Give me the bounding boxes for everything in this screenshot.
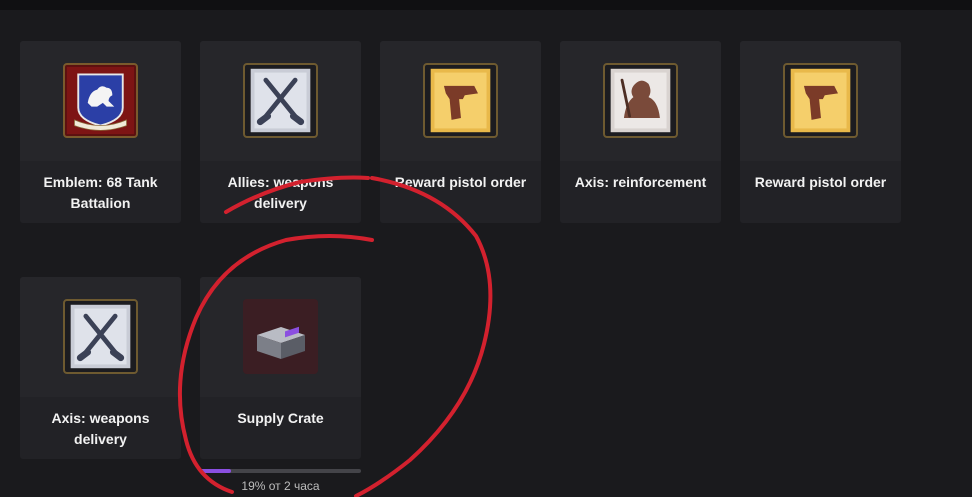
reward-card-axis-weapons-delivery[interactable]: Axis: weapons delivery bbox=[20, 277, 181, 459]
progress-text: 19% от 2 часа bbox=[241, 479, 320, 493]
card-image-area bbox=[740, 41, 901, 161]
card-image-area bbox=[20, 277, 181, 397]
card-image-area bbox=[20, 41, 181, 161]
tank-battalion-emblem-icon bbox=[63, 63, 138, 138]
reward-card-reward-pistol-order[interactable]: Reward pistol order bbox=[380, 41, 541, 223]
pistol-icon bbox=[423, 63, 498, 138]
reward-card-reward-pistol-order-2[interactable]: Reward pistol order bbox=[740, 41, 901, 223]
card-label: Emblem: 68 Tank Battalion bbox=[43, 174, 158, 211]
reward-card-axis-reinforcement[interactable]: Axis: reinforcement bbox=[560, 41, 721, 223]
card-image-area bbox=[560, 41, 721, 161]
reward-card-emblem-68-tank-battalion[interactable]: Emblem: 68 Tank Battalion bbox=[20, 41, 181, 223]
card-label: Reward pistol order bbox=[754, 174, 887, 190]
card-image-area bbox=[380, 41, 541, 161]
card-label: Axis: weapons delivery bbox=[51, 410, 150, 447]
crossed-rifles-icon bbox=[243, 63, 318, 138]
card-label: Reward pistol order bbox=[394, 174, 527, 190]
top-bar bbox=[0, 0, 972, 10]
card-label: Allies: weapons delivery bbox=[227, 174, 334, 211]
card-image-area bbox=[200, 41, 361, 161]
card-label: Axis: reinforcement bbox=[574, 174, 707, 190]
card-label: Supply Crate bbox=[237, 410, 324, 426]
crossed-rifles-icon bbox=[63, 299, 138, 374]
reward-card-allies-weapons-delivery[interactable]: Allies: weapons delivery bbox=[200, 41, 361, 223]
supply-crate-progress-bar bbox=[200, 469, 361, 473]
reward-card-supply-crate[interactable]: Supply Crate bbox=[200, 277, 361, 459]
progress-fill bbox=[200, 469, 231, 473]
supply-crate-icon bbox=[243, 299, 318, 374]
pistol-icon bbox=[783, 63, 858, 138]
card-image-area bbox=[200, 277, 361, 397]
soldier-silhouette-icon bbox=[603, 63, 678, 138]
